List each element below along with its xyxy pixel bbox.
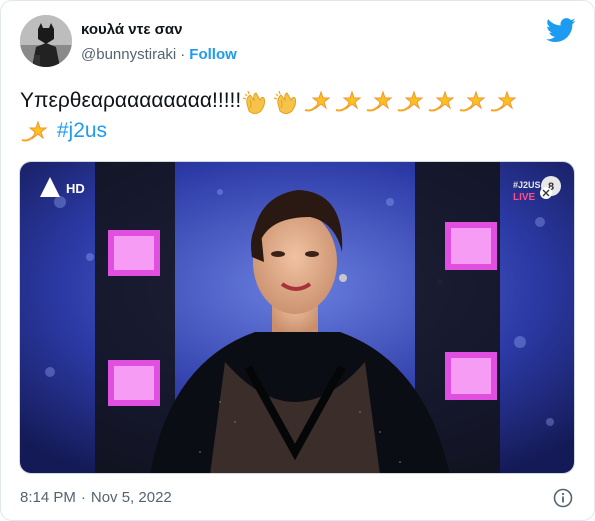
- twitter-bird-icon[interactable]: [546, 18, 576, 43]
- avatar[interactable]: [20, 15, 72, 67]
- tweet-media-image[interactable]: HD #J2US LIVE 8: [19, 161, 575, 474]
- author-handle[interactable]: @bunnystiraki: [81, 46, 176, 63]
- clapping-hands-icon: [241, 88, 269, 116]
- channel-hd-label: HD: [66, 181, 85, 196]
- hashtag-link[interactable]: #j2us: [57, 119, 107, 142]
- emoji-row: [241, 86, 520, 116]
- dizzy-star-icon: [396, 88, 424, 116]
- dizzy-star-icon: [458, 88, 486, 116]
- info-icon[interactable]: [553, 488, 573, 508]
- clapping-hands-icon: [272, 88, 300, 116]
- tweet-time: 8:14 PM: [20, 489, 76, 506]
- follow-button[interactable]: Follow: [189, 46, 237, 63]
- dizzy-star-icon: [20, 118, 48, 146]
- author-handle-row: @bunnystiraki · Follow: [81, 46, 237, 63]
- footer-separator: ·: [80, 489, 86, 506]
- dizzy-star-icon: [303, 88, 331, 116]
- tweet-timestamp[interactable]: 8:14 PM · Nov 5, 2022: [20, 489, 172, 506]
- separator: ·: [180, 46, 186, 63]
- tweet-date: Nov 5, 2022: [90, 489, 172, 506]
- show-tag-label: #J2US: [513, 180, 541, 190]
- tweet-text: Υπερθεαραααααααα!!!!! #j2us: [20, 86, 580, 146]
- dizzy-star-icon: [334, 88, 362, 116]
- live-label: LIVE: [513, 192, 536, 203]
- author-display-name[interactable]: κουλά ντε σαν: [81, 21, 182, 38]
- dizzy-star-icon: [489, 88, 517, 116]
- tweet-body: Υπερθεαραααααααα!!!!!: [20, 89, 242, 112]
- dizzy-star-icon: [427, 88, 455, 116]
- dizzy-star-icon: [365, 88, 393, 116]
- tweet-card: κουλά ντε σαν @bunnystiraki · Follow Υπερθ…: [0, 0, 595, 521]
